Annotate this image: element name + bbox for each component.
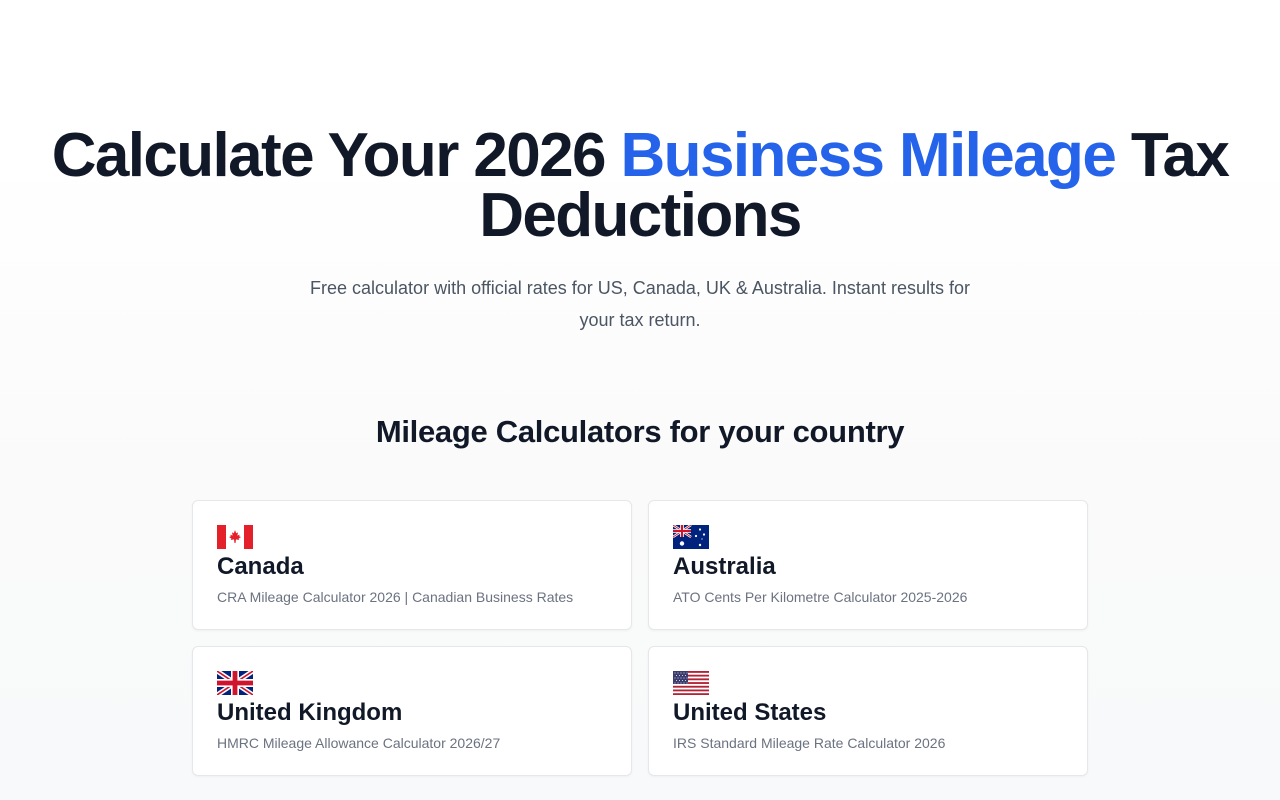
australia-flag-icon (673, 525, 709, 549)
section-title: Mileage Calculators for your country (375, 414, 905, 449)
country-card-united-states[interactable]: United States IRS Standard Mileage Rate … (648, 646, 1088, 776)
canada-flag-icon (217, 525, 253, 549)
headline-text-pre: Calculate Your 2026 (51, 121, 621, 190)
card-description: HMRC Mileage Allowance Calculator 2026/2… (217, 735, 501, 751)
card-description: IRS Standard Mileage Rate Calculator 202… (673, 735, 946, 751)
card-title: Canada (217, 553, 304, 580)
card-title: United Kingdom (217, 699, 403, 726)
country-grid: Canada CRA Mileage Calculator 2026 | Can… (192, 500, 1088, 776)
country-card-united-kingdom[interactable]: United Kingdom HMRC Mileage Allowance Ca… (192, 646, 632, 776)
card-title: Australia (673, 553, 776, 580)
card-description: ATO Cents Per Kilometre Calculator 2025-… (673, 589, 968, 605)
country-card-canada[interactable]: Canada CRA Mileage Calculator 2026 | Can… (192, 500, 632, 630)
uk-flag-icon (217, 671, 253, 695)
page-title: Calculate Your 2026 Business Mileage Tax… (0, 125, 1280, 247)
hero-subtitle: Free calculator with official rates for … (310, 278, 970, 330)
headline-accent: Business Mileage (620, 121, 1117, 190)
card-description: CRA Mileage Calculator 2026 | Canadian B… (217, 589, 574, 605)
country-card-australia[interactable]: Australia ATO Cents Per Kilometre Calcul… (648, 500, 1088, 630)
us-flag-icon (673, 671, 709, 695)
card-title: United States (673, 699, 827, 726)
